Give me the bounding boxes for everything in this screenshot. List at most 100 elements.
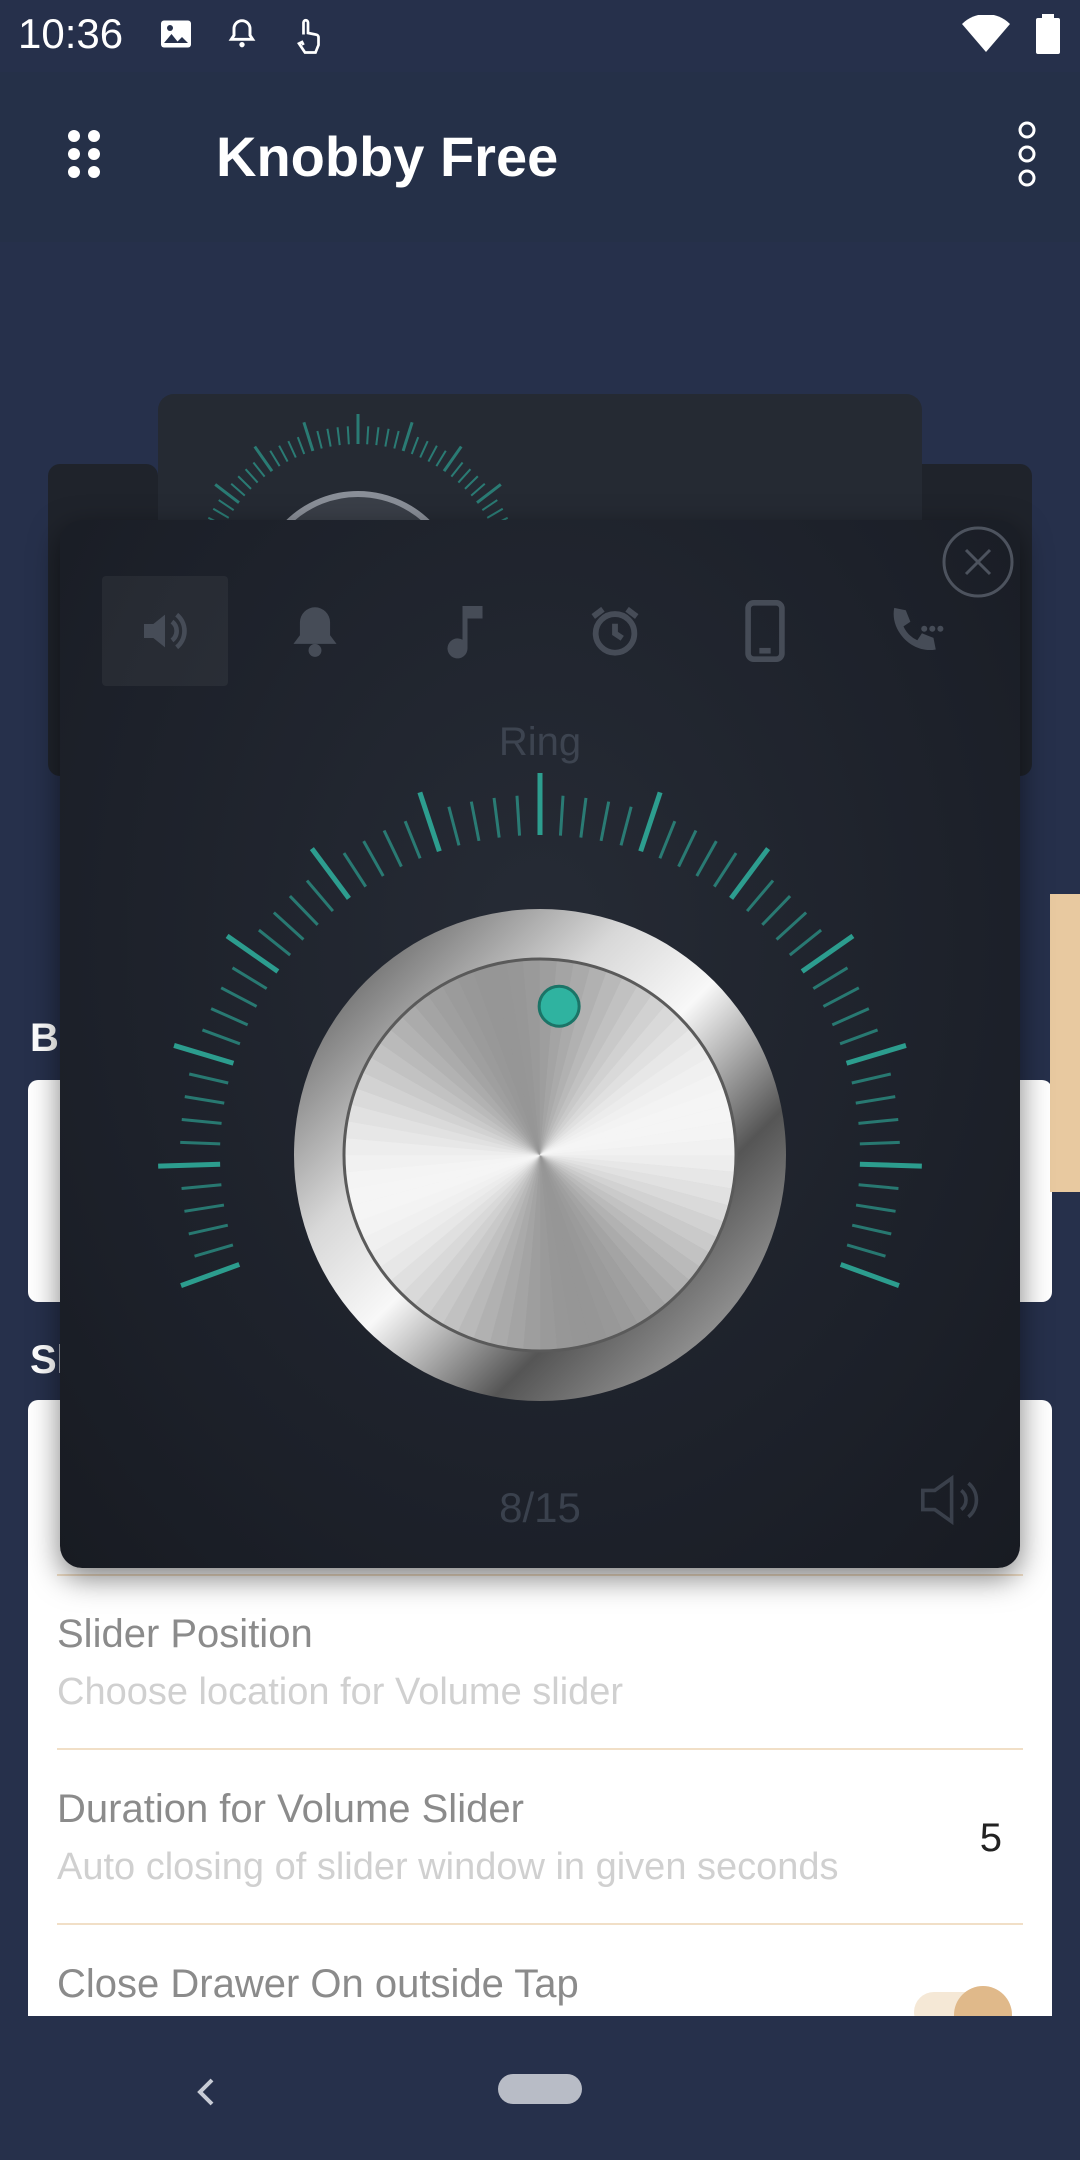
app-title: Knobby Free — [216, 125, 559, 188]
setting-title: Slider Position — [57, 1612, 313, 1656]
setting-title: Duration for Volume Slider — [57, 1787, 524, 1831]
volume-tick — [745, 879, 775, 913]
volume-tick — [859, 1140, 900, 1146]
music-note-icon — [447, 606, 483, 659]
app-bar: Knobby Free — [0, 72, 1080, 242]
volume-tick — [158, 1161, 221, 1169]
setting-slider-position[interactable]: Slider Position Choose location for Volu… — [57, 1612, 1023, 1714]
stream-label: Ring — [498, 720, 582, 764]
alarm-icon — [591, 606, 639, 656]
volume-tick — [599, 801, 611, 842]
volume-tick — [173, 1043, 235, 1066]
status-icons-left — [158, 16, 326, 56]
touch-icon — [297, 18, 320, 54]
more-vert-icon — [1018, 121, 1036, 187]
call-icon — [893, 607, 944, 651]
volume-tick — [305, 879, 335, 913]
volume-tick — [855, 1095, 896, 1105]
status-icons-right — [962, 14, 1060, 54]
status-bar: 10:36 — [0, 0, 1080, 72]
volume-tick — [800, 933, 855, 974]
volume-tick — [225, 933, 280, 974]
volume-tick — [417, 791, 442, 853]
toggle-knob — [954, 1986, 1012, 2016]
volume-tick — [619, 806, 633, 846]
volume-tick — [515, 795, 522, 836]
tab-volume[interactable] — [102, 576, 228, 686]
more-options-button[interactable] — [1012, 120, 1042, 188]
side-drawer-handle[interactable] — [1050, 894, 1080, 1192]
volume-tick — [220, 986, 258, 1008]
volume-tick — [188, 1223, 229, 1236]
volume-tick — [846, 1243, 886, 1258]
setting-title: Close Drawer On outside Tap — [57, 1962, 579, 2006]
volume-tick — [201, 1028, 241, 1046]
tab-media[interactable] — [402, 576, 528, 686]
volume-tick — [858, 1183, 899, 1190]
navigation-bar — [0, 2016, 1080, 2160]
volume-tick — [231, 966, 268, 990]
close-drawer-toggle[interactable] — [914, 1986, 1014, 2016]
volume-tick — [558, 795, 565, 836]
divider — [57, 1748, 1023, 1750]
wifi-icon — [962, 15, 1010, 52]
volume-popup: Ring 8/15 — [60, 520, 1020, 1568]
volume-tick — [845, 1043, 907, 1066]
volume-level-text: 8/15 — [499, 1484, 581, 1531]
volume-tick — [579, 797, 588, 838]
volume-tick — [713, 852, 738, 888]
battery-icon — [1036, 14, 1060, 54]
volume-tick — [447, 806, 461, 846]
volume-tick — [362, 840, 385, 877]
setting-subtitle: Choose location for Volume slider — [57, 1671, 624, 1713]
volume-tick — [181, 1117, 222, 1125]
bell-icon — [293, 607, 337, 657]
volume-tick — [775, 911, 808, 941]
setting-close-drawer[interactable]: Close Drawer On outside Tap — [57, 1962, 1023, 2007]
volume-tick — [184, 1095, 225, 1105]
volume-tick — [382, 829, 403, 868]
volume-tick — [403, 820, 422, 859]
speaker-button[interactable] — [918, 1470, 990, 1535]
setting-duration[interactable]: Duration for Volume Slider Auto closing … — [57, 1787, 1023, 1889]
volume-tick — [677, 829, 698, 868]
volume-tick — [180, 1262, 241, 1289]
divider — [57, 1574, 1023, 1576]
volume-tick — [831, 1007, 870, 1027]
volume-tick — [288, 894, 319, 926]
speaker-outline-icon — [921, 1474, 979, 1526]
duration-value: 5 — [979, 1816, 1002, 1860]
volume-tick — [638, 791, 663, 853]
home-button[interactable] — [498, 2074, 582, 2104]
volume-tick — [788, 928, 823, 957]
bell-icon — [228, 19, 256, 48]
back-button[interactable] — [186, 2072, 226, 2112]
volume-tick — [839, 1262, 900, 1289]
volume-tick — [272, 911, 305, 941]
volume-tick — [257, 928, 292, 957]
stream-tabs — [102, 576, 1002, 706]
status-time: 10:36 — [18, 10, 124, 57]
tab-alarm[interactable] — [552, 576, 678, 686]
volume-tick — [812, 966, 849, 990]
tab-call[interactable] — [852, 576, 978, 686]
volume-tick — [194, 1243, 234, 1258]
volume-tick — [181, 1183, 222, 1190]
volume-tick — [469, 801, 481, 842]
volume-tick — [851, 1223, 892, 1236]
volume-icon — [144, 612, 187, 650]
volume-tick — [658, 820, 677, 859]
menu-button[interactable] — [56, 126, 112, 182]
tab-system[interactable] — [702, 576, 828, 686]
image-icon — [161, 20, 191, 48]
knob-face — [343, 958, 737, 1352]
tab-notification[interactable] — [252, 576, 378, 686]
phone-icon — [745, 600, 785, 662]
volume-tick — [858, 1117, 899, 1125]
volume-tick — [188, 1072, 229, 1085]
volume-tick — [695, 840, 718, 877]
divider — [57, 1923, 1023, 1925]
volume-tick — [855, 1203, 896, 1213]
knob-indicator-dot — [537, 984, 581, 1028]
back-chevron-icon — [197, 2078, 214, 2106]
